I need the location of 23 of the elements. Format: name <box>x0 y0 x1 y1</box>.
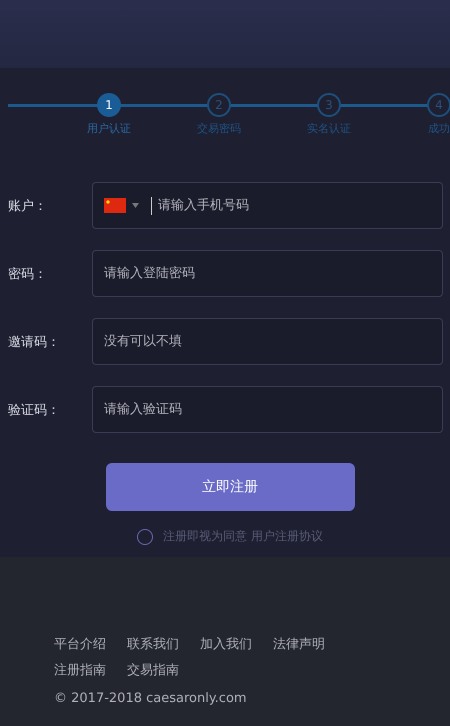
agree-radio[interactable] <box>137 528 154 544</box>
register-button[interactable]: 立即注册 <box>106 463 354 511</box>
footer-link[interactable]: 法律声明 <box>273 635 325 653</box>
step-label: 用户认证 <box>87 121 131 136</box>
field-label: 验证码： <box>8 402 61 418</box>
field-label: 密码： <box>8 266 48 282</box>
copyright-text: © 2017-2018 caesaronly.com <box>54 691 248 706</box>
footer-link[interactable]: 联系我们 <box>127 635 179 653</box>
caret-icon <box>132 203 139 208</box>
footer-link[interactable]: 平台介绍 <box>54 635 106 653</box>
field-label: 邀请码： <box>8 334 61 350</box>
step-label: 交易密码 <box>197 121 241 136</box>
footer-link[interactable]: 交易指南 <box>127 661 179 679</box>
input-field[interactable]: 请输入手机号码 <box>92 182 443 229</box>
footer-link[interactable]: 注册指南 <box>54 661 106 679</box>
agreement-text: 注册即视为同意 用户注册协议 <box>163 528 323 545</box>
step-number[interactable]: 1 <box>97 93 121 117</box>
field-label: 账户： <box>8 198 48 214</box>
flag-icon[interactable] <box>104 198 126 213</box>
step-label: 实名认证 <box>307 121 351 136</box>
step-label: 成功 <box>428 121 450 136</box>
footer-link[interactable]: 加入我们 <box>200 635 252 653</box>
input-text[interactable]: 请输入手机号码 <box>158 183 431 228</box>
